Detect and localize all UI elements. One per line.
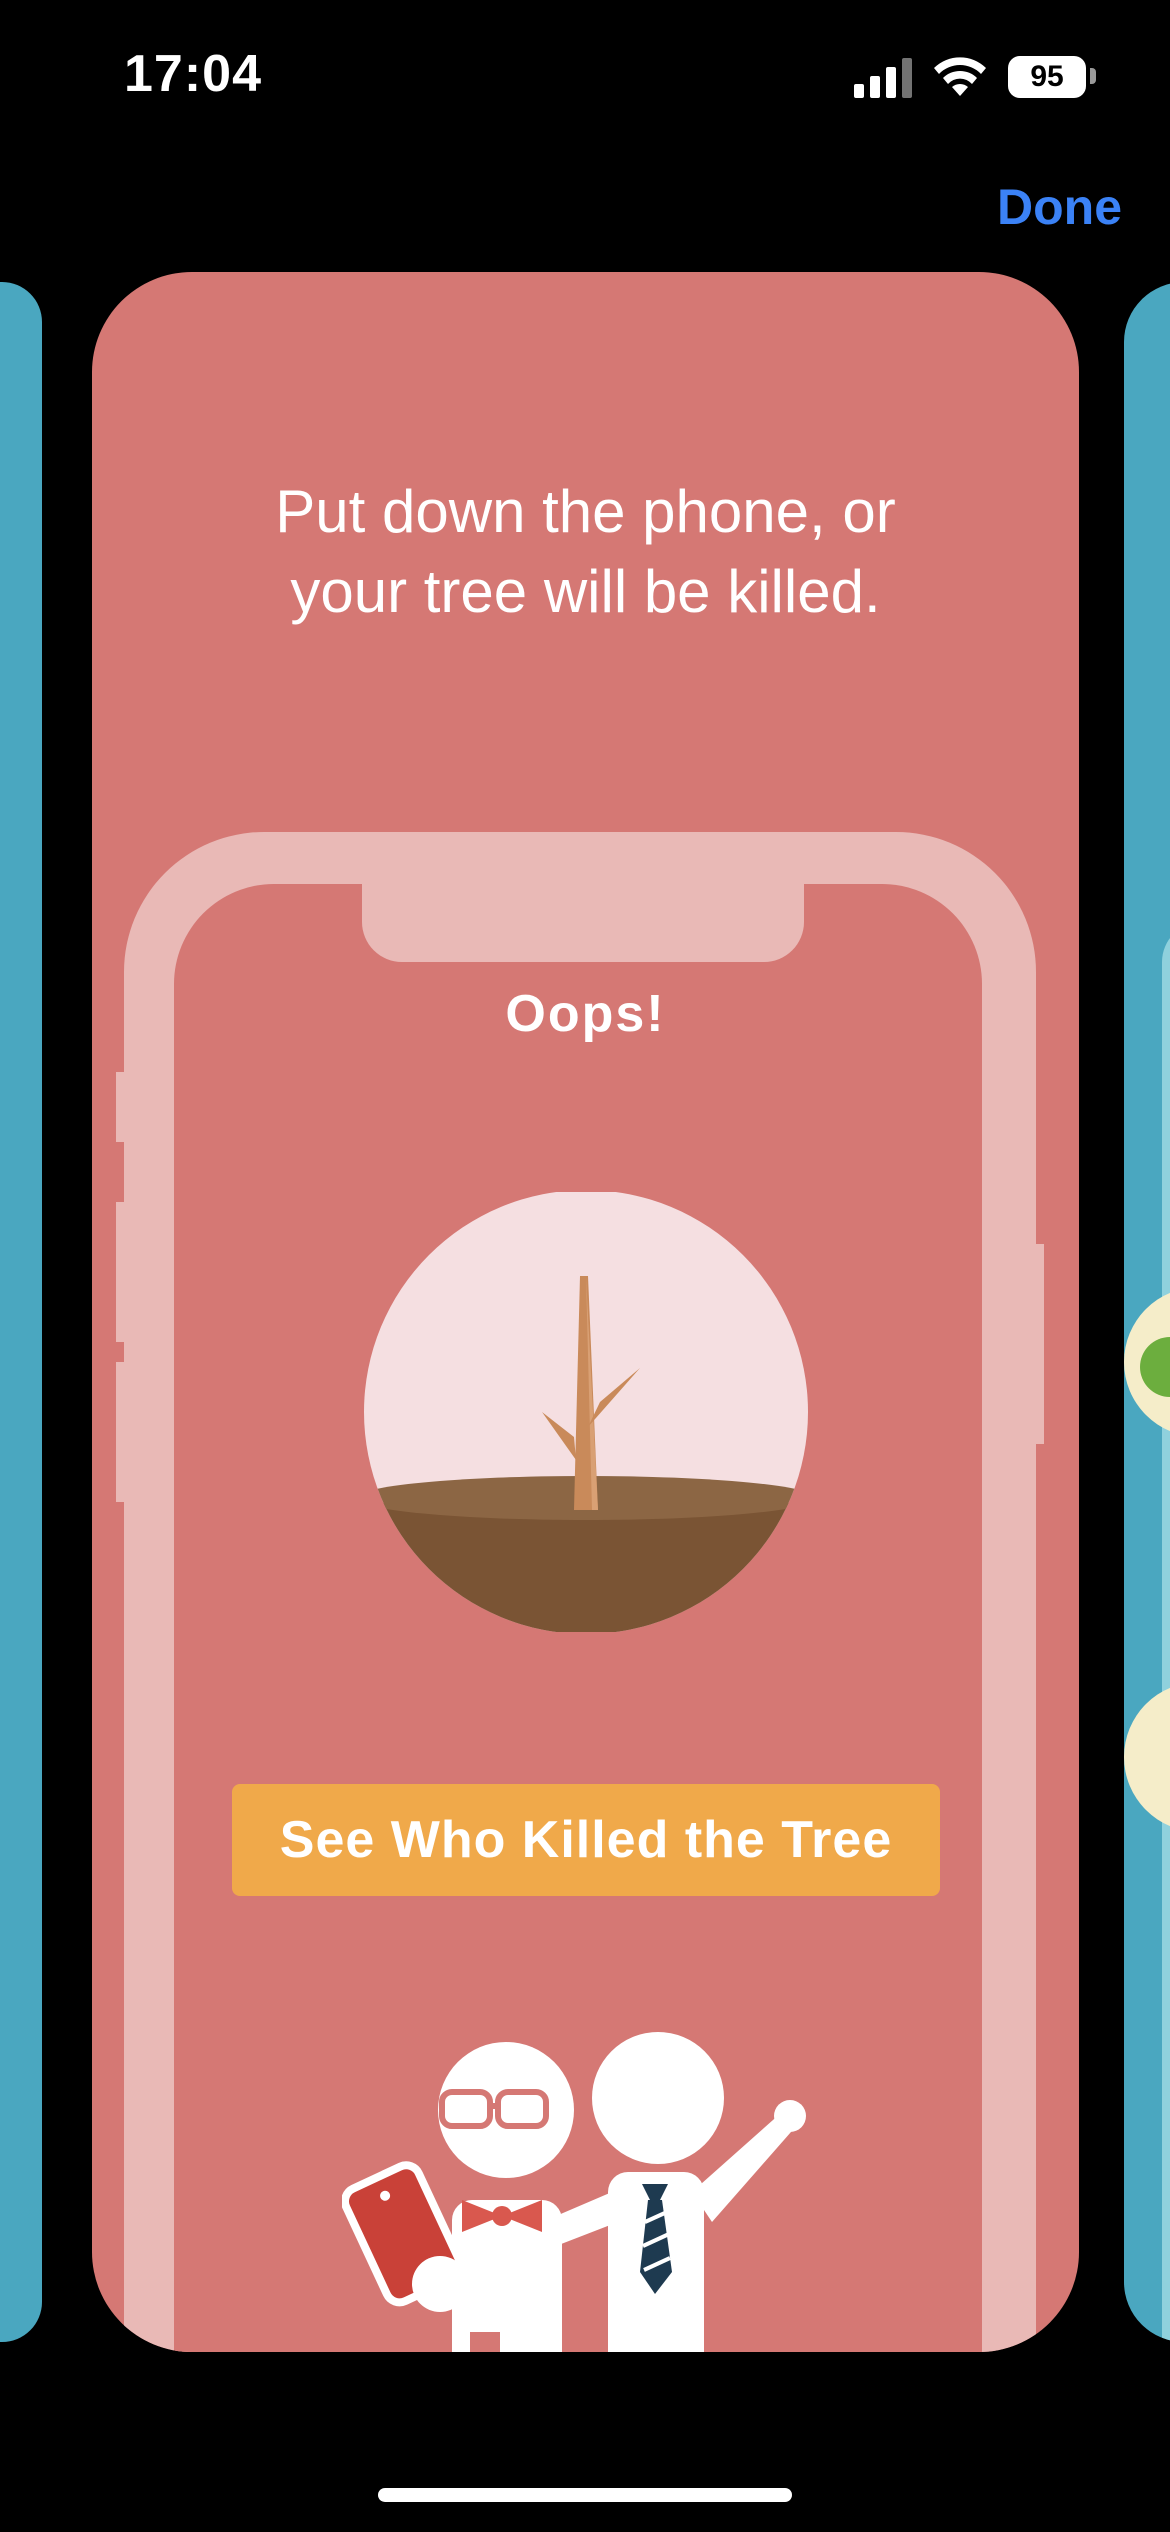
oops-title: Oops!	[505, 985, 666, 1043]
previous-card[interactable]	[0, 282, 42, 2342]
onboarding-card: Put down the phone, or your tree will be…	[92, 272, 1079, 2352]
phone-side-button	[116, 1072, 128, 1142]
battery-nub	[1090, 68, 1096, 84]
wifi-icon	[934, 57, 986, 96]
phone-side-button	[116, 1202, 128, 1342]
headline-line-1: Put down the phone, or	[275, 478, 896, 545]
battery-icon: 95	[1008, 56, 1086, 98]
status-time: 17:04	[124, 45, 262, 103]
next-card[interactable]	[1124, 282, 1170, 2342]
signal-icon	[854, 58, 912, 98]
done-button[interactable]: Done	[997, 178, 1122, 236]
phone-side-button	[1030, 1244, 1044, 1444]
dead-tree-illustration	[364, 1192, 808, 1632]
see-who-killed-button[interactable]: See Who Killed the Tree	[232, 1784, 940, 1896]
next-card-flower-circle	[1124, 1682, 1170, 1832]
card-headline: Put down the phone, or your tree will be…	[92, 472, 1079, 632]
phone-side-button	[116, 1362, 128, 1502]
home-indicator[interactable]	[378, 2488, 792, 2502]
next-card-phone-frame	[1162, 922, 1170, 2342]
status-bar: 17:04 95	[0, 0, 1170, 150]
headline-line-2: your tree will be killed.	[290, 558, 881, 625]
people-illustration	[342, 2032, 806, 2352]
phone-notch	[362, 880, 804, 962]
